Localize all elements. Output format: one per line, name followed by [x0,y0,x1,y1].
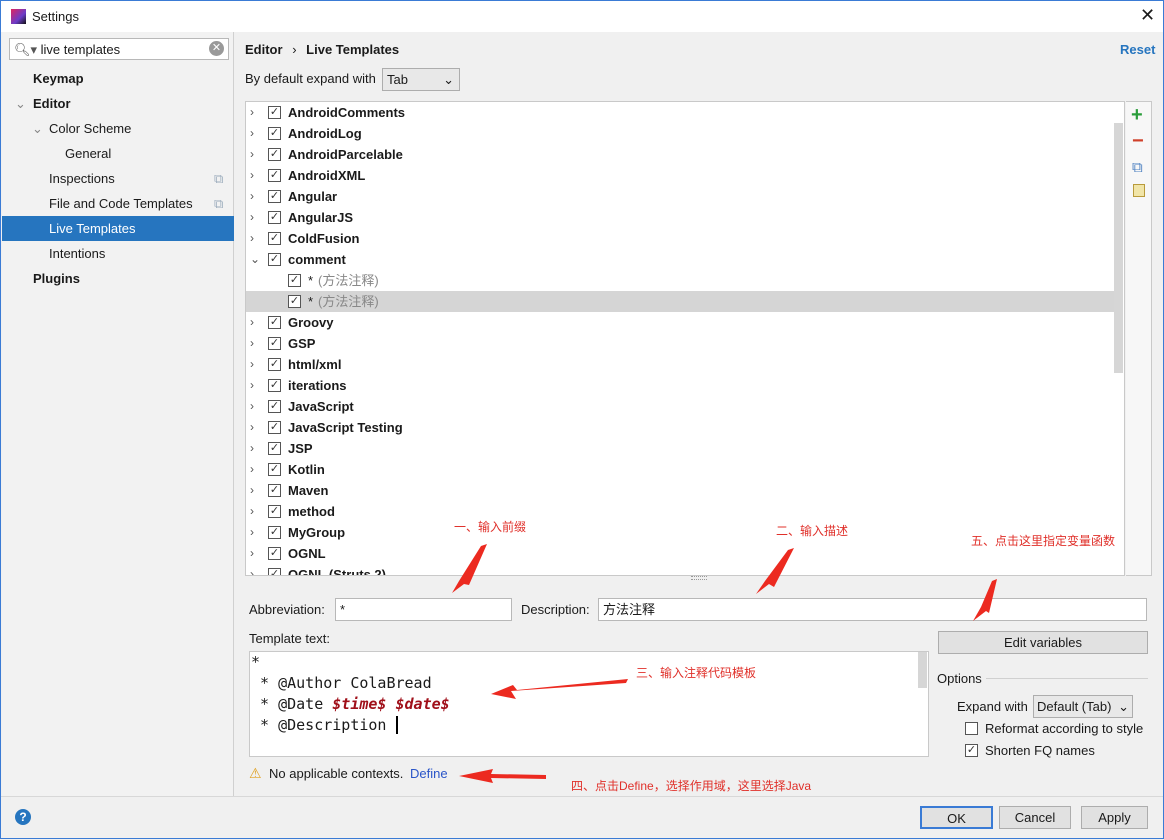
cancel-button[interactable]: Cancel [999,806,1071,829]
ok-button[interactable]: OK [920,806,993,829]
annotation-arrows [452,544,997,783]
arrow-5 [973,579,997,621]
arrow-4 [459,769,546,783]
help-icon[interactable]: ? [15,809,31,825]
arrow-1 [452,544,487,593]
arrow-2 [756,548,794,594]
arrow-3 [491,679,628,699]
settings-window: Settings ✕ 🔍︎▾ live templates ✕ Keymap ⌄… [0,0,1164,839]
apply-button[interactable]: Apply [1081,806,1148,829]
